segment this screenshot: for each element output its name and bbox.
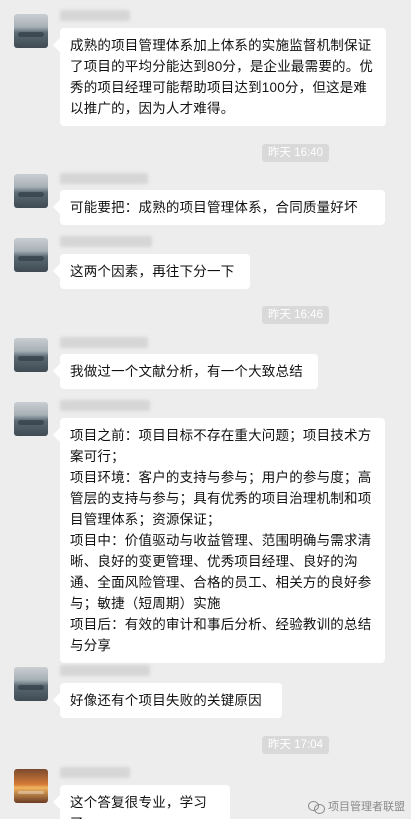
wechat-icon	[308, 800, 325, 814]
sender-name-blurred	[60, 10, 130, 21]
sender-avatar[interactable]	[14, 402, 48, 436]
sender-avatar[interactable]	[14, 769, 48, 803]
sender-name-blurred	[60, 236, 152, 247]
sender-avatar[interactable]	[14, 238, 48, 272]
message-bubble[interactable]: 项目之前：项目目标不存在重大问题；项目技术方案可行； 项目环境：客户的支持与参与…	[60, 418, 385, 663]
chat-screen: { "messages": [ {"type": "incoming", "av…	[0, 0, 411, 819]
message-bubble[interactable]: 这个答复很专业，学习了	[60, 785, 230, 819]
sender-name-blurred	[60, 173, 148, 184]
sender-name-blurred	[60, 400, 150, 411]
sender-avatar[interactable]	[14, 14, 48, 48]
timestamp: 昨天 16:40	[262, 144, 329, 162]
sender-name-blurred	[60, 337, 148, 348]
sender-name-blurred	[60, 767, 130, 778]
message-bubble[interactable]: 成熟的项目管理体系加上体系的实施监督机制保证了项目的平均分能达到80分，是企业最…	[60, 28, 386, 126]
sender-avatar[interactable]	[14, 338, 48, 372]
sender-name-blurred	[60, 665, 150, 676]
timestamp: 昨天 16:46	[262, 306, 329, 324]
watermark: 项目管理者联盟	[308, 798, 405, 814]
message-bubble[interactable]: 可能要把：成熟的项目管理体系，合同质量好坏	[60, 190, 385, 225]
message-bubble[interactable]: 我做过一个文献分析，有一个大致总结	[60, 354, 318, 389]
timestamp: 昨天 17:04	[262, 736, 329, 754]
message-bubble[interactable]: 这两个因素，再往下分一下	[60, 254, 250, 289]
sender-avatar[interactable]	[14, 667, 48, 701]
watermark-text: 项目管理者联盟	[328, 801, 405, 813]
sender-avatar[interactable]	[14, 174, 48, 208]
message-bubble[interactable]: 好像还有个项目失败的关键原因	[60, 683, 282, 718]
